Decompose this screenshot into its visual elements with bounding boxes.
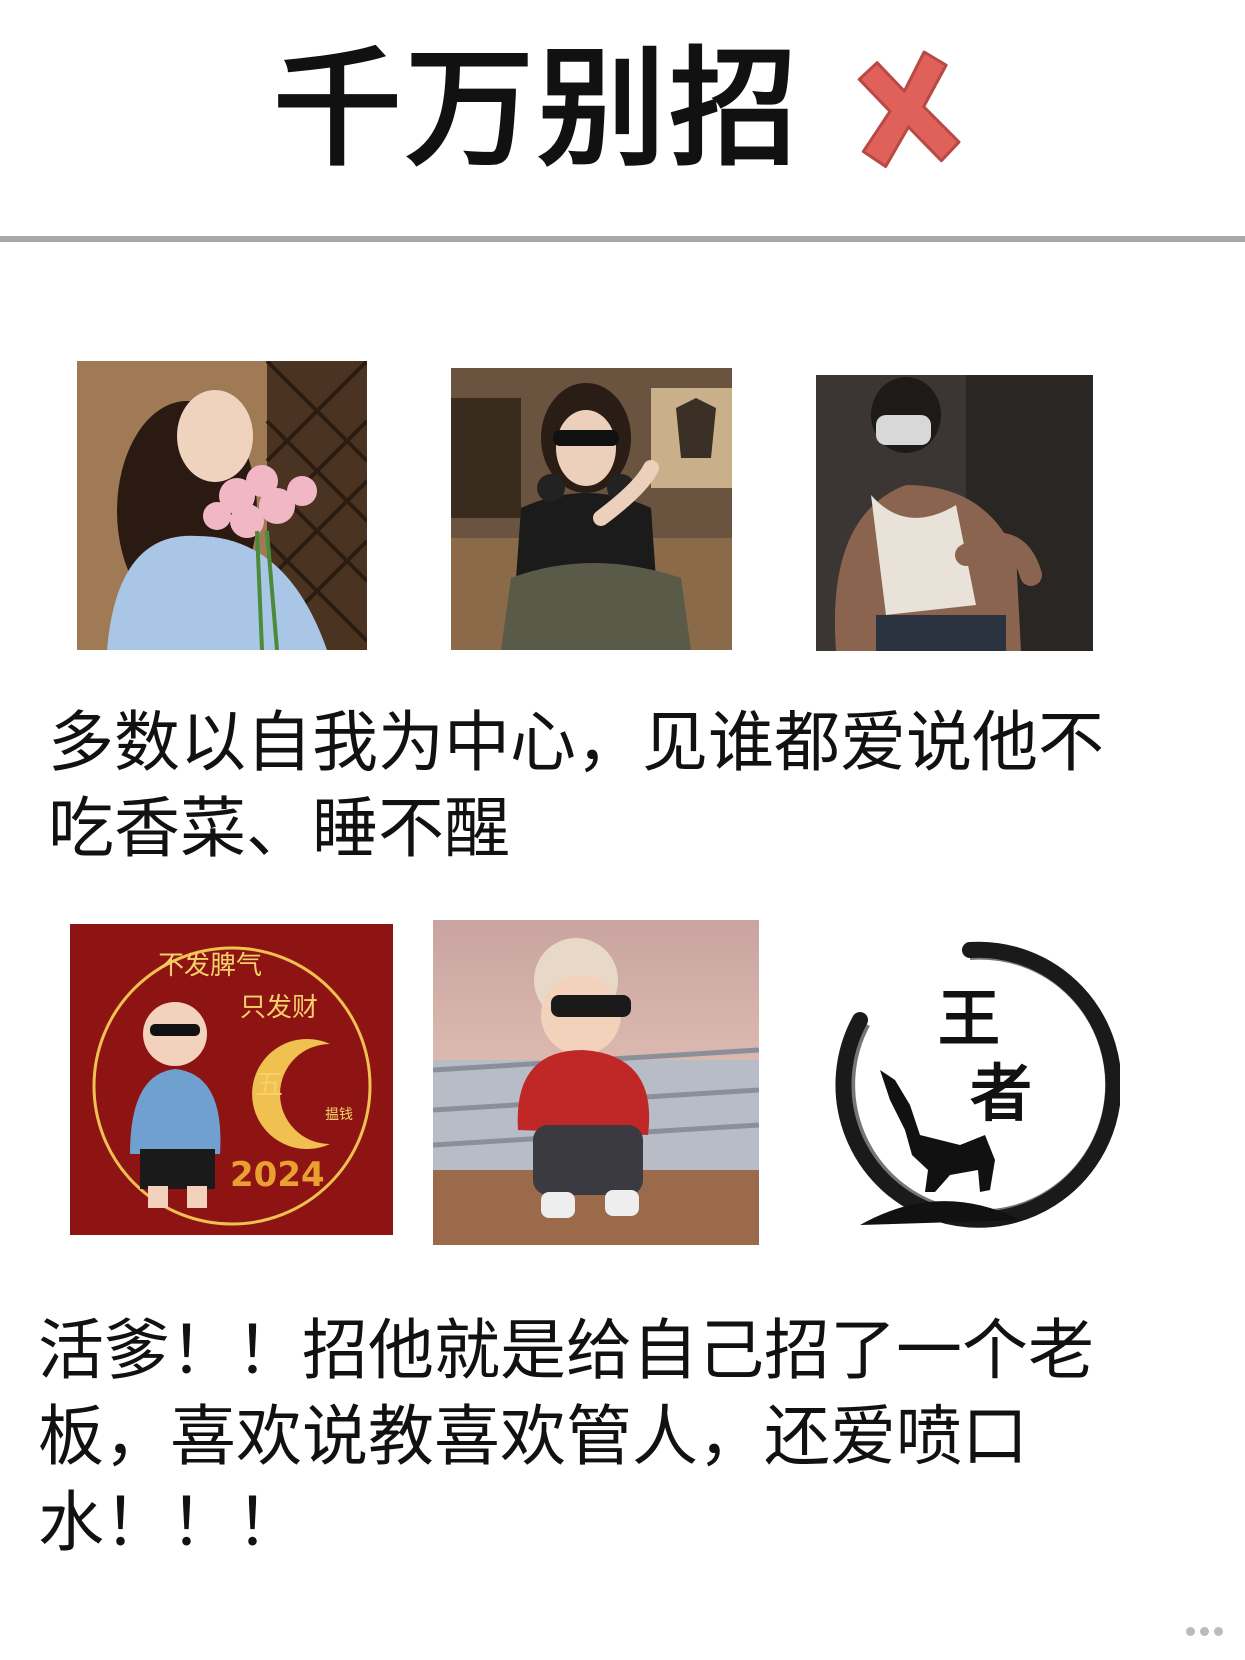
avatar-line-2: 只发财 xyxy=(240,993,318,1023)
page-indicator xyxy=(1181,1624,1223,1640)
title-divider xyxy=(0,236,1245,242)
red-cross-icon xyxy=(857,50,960,169)
caption-two: 活爹！！招他就是给自己招了一个老板，喜欢说教喜欢管人，还爱喷口水！！！ xyxy=(38,1312,1094,1561)
masked-man-tank-top-photo xyxy=(816,375,1093,651)
avatar-year: 2024 xyxy=(230,1155,325,1195)
avatar-small-text: 揾钱 xyxy=(325,1107,353,1123)
cartoon-boy-yacht-avatar xyxy=(433,920,759,1245)
wolf-text-wang: 王 xyxy=(938,982,1000,1055)
page-title: 千万别招 xyxy=(0,40,1245,180)
cartoon-boy-new-year-avatar: 不发脾气 只发财 五 揾钱 2024 xyxy=(70,924,393,1235)
wolf-ink-circle-avatar: 王 者 xyxy=(820,930,1120,1240)
caption-one: 多数以自我为中心，见谁都爱说他不吃香菜、睡不醒 xyxy=(48,704,1104,867)
woman-with-flowers-photo xyxy=(77,361,367,650)
avatar-mark: 五 xyxy=(255,1068,283,1101)
woman-with-sunglasses-photo xyxy=(451,368,732,650)
wolf-text-zhe: 者 xyxy=(970,1057,1032,1130)
title-text: 千万别招 xyxy=(273,35,802,184)
avatar-line-1: 不发脾气 xyxy=(158,951,262,981)
